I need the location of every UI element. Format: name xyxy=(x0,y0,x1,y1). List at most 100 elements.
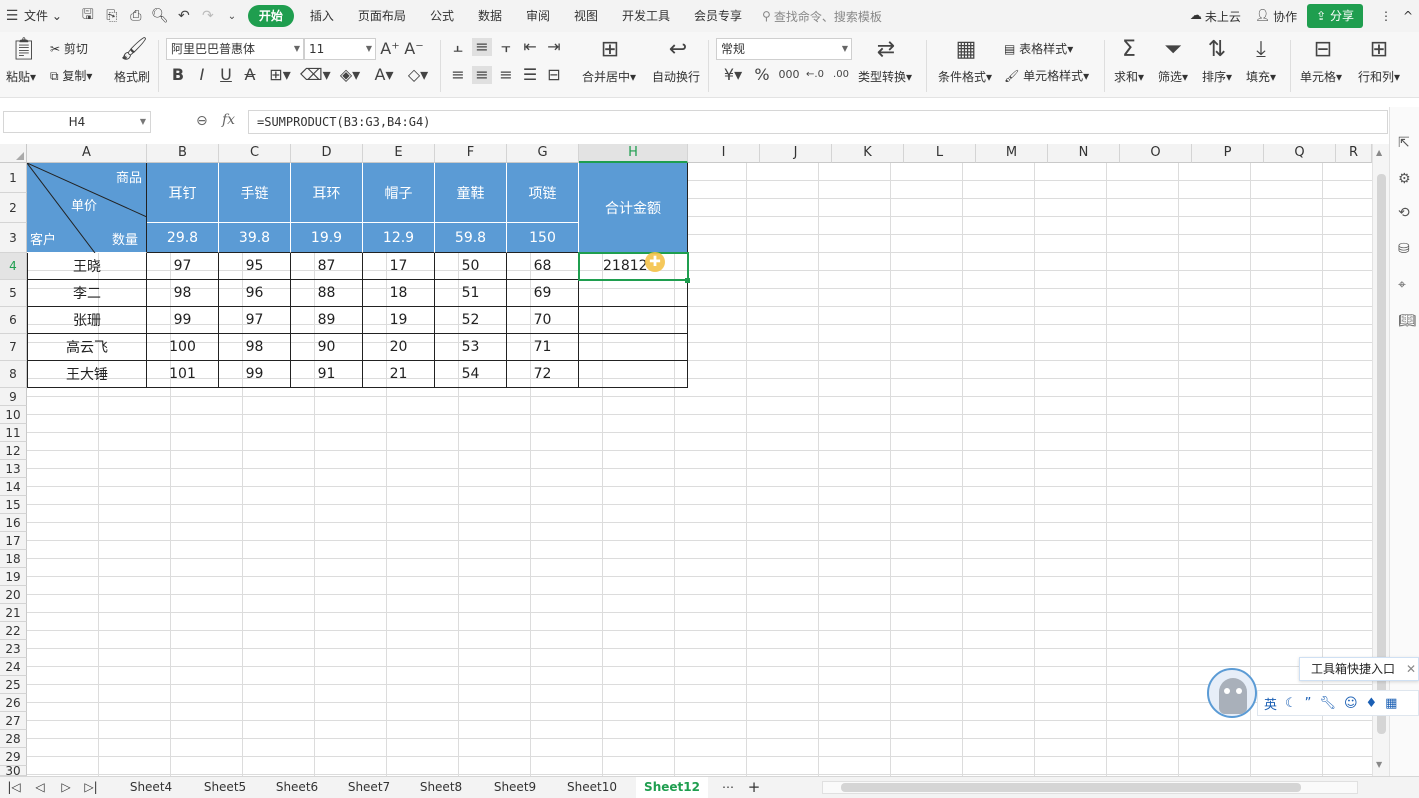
sheet-tab-sheet7[interactable]: Sheet7 xyxy=(334,777,404,798)
quantity-cell[interactable]: 101 xyxy=(147,361,219,388)
total-header-cell[interactable]: 合计金额 xyxy=(579,163,688,253)
customer-name-cell[interactable]: 王大锤 xyxy=(27,361,147,388)
column-header-q[interactable]: Q xyxy=(1264,144,1336,163)
borders-icon[interactable]: ⊞▾ xyxy=(266,66,294,84)
export-pdf-icon[interactable]: ⎘ xyxy=(100,0,124,32)
quantity-cell[interactable]: 20 xyxy=(363,334,435,361)
bold-icon[interactable]: B xyxy=(168,66,188,84)
row-header-13[interactable]: 13 xyxy=(0,460,27,478)
close-icon[interactable]: ✕ xyxy=(1406,658,1416,680)
smiley-icon[interactable]: ☺ xyxy=(1344,696,1358,711)
total-amount-cell[interactable] xyxy=(579,280,688,307)
column-header-h[interactable]: H xyxy=(579,144,688,163)
sheet-tab-sheet6[interactable]: Sheet6 xyxy=(262,777,332,798)
quantity-cell[interactable]: 87 xyxy=(291,253,363,280)
sum-button[interactable]: 求和▾ xyxy=(1114,68,1144,85)
column-header-e[interactable]: E xyxy=(363,144,435,163)
distributed-icon[interactable]: ⊟ xyxy=(544,66,564,84)
product-header-cell[interactable]: 耳环 xyxy=(291,163,363,223)
percent-icon[interactable]: % xyxy=(752,66,772,84)
add-sheet-icon[interactable]: + xyxy=(744,777,764,798)
paste-button[interactable]: 粘贴▾ xyxy=(6,68,36,85)
quantity-cell[interactable]: 21 xyxy=(363,361,435,388)
product-header-cell[interactable]: 童鞋 xyxy=(435,163,507,223)
align-top-icon[interactable]: ⫠ xyxy=(448,38,468,56)
fill-color-icon[interactable]: ◈▾ xyxy=(336,66,364,84)
wrap-text-button[interactable]: 自动换行 xyxy=(652,68,700,85)
punctuation-icon[interactable]: ” xyxy=(1305,696,1312,711)
more-sheets-icon[interactable]: ⋯ xyxy=(718,777,738,798)
strikethrough-icon[interactable]: A xyxy=(240,66,260,84)
row-header-20[interactable]: 20 xyxy=(0,586,27,604)
row-header-19[interactable]: 19 xyxy=(0,568,27,586)
row-header-16[interactable]: 16 xyxy=(0,514,27,532)
align-middle-icon[interactable]: ≡ xyxy=(472,38,492,56)
column-header-r[interactable]: R xyxy=(1336,144,1372,163)
fill-icon[interactable]: ⤓ xyxy=(1248,38,1274,62)
file-menu[interactable]: 文件 ⌄ xyxy=(24,0,68,32)
quantity-cell[interactable]: 68 xyxy=(507,253,579,280)
row-header-30[interactable]: 30 xyxy=(0,765,27,777)
wrench-icon[interactable]: 🔧︎ xyxy=(1319,696,1336,711)
quantity-cell[interactable]: 100 xyxy=(147,334,219,361)
sort-icon[interactable]: ⇅ xyxy=(1204,38,1230,62)
sheet-tab-sheet9[interactable]: Sheet9 xyxy=(480,777,550,798)
ime-language[interactable]: 英 xyxy=(1264,694,1277,713)
thousands-icon[interactable]: 000 xyxy=(778,66,800,84)
horizontal-scroll-thumb[interactable] xyxy=(841,783,1301,792)
quantity-cell[interactable]: 71 xyxy=(507,334,579,361)
tab-developer[interactable]: 开发工具 xyxy=(610,0,682,32)
row-header-12[interactable]: 12 xyxy=(0,442,27,460)
quantity-cell[interactable]: 97 xyxy=(219,307,291,334)
row-col-button[interactable]: 行和列▾ xyxy=(1358,68,1400,85)
sheet-tab-sheet4[interactable]: Sheet4 xyxy=(116,777,186,798)
copy-button[interactable]: ⧉ 复制▾ xyxy=(50,67,92,84)
column-header-j[interactable]: J xyxy=(760,144,832,163)
name-box[interactable]: H4 ▼ xyxy=(3,111,151,133)
quantity-cell[interactable]: 90 xyxy=(291,334,363,361)
column-header-g[interactable]: G xyxy=(507,144,579,163)
column-header-c[interactable]: C xyxy=(219,144,291,163)
column-header-i[interactable]: I xyxy=(688,144,760,163)
tab-page-layout[interactable]: 页面布局 xyxy=(346,0,418,32)
row-header-1[interactable]: 1 xyxy=(0,163,27,193)
prev-sheet-icon[interactable]: ◁ xyxy=(32,777,48,798)
customer-name-cell[interactable]: 李二 xyxy=(27,280,147,307)
scroll-down-icon[interactable]: ▼ xyxy=(1376,760,1382,769)
price-cell[interactable]: 39.8 xyxy=(219,223,291,253)
row-header-8[interactable]: 8 xyxy=(0,361,27,388)
sheet-tab-sheet12[interactable]: Sheet12 xyxy=(636,777,708,798)
quantity-cell[interactable]: 51 xyxy=(435,280,507,307)
product-header-cell[interactable]: 项链 xyxy=(507,163,579,223)
conditional-format-button[interactable]: 条件格式▾ xyxy=(938,68,992,85)
row-header-14[interactable]: 14 xyxy=(0,478,27,496)
total-amount-cell[interactable] xyxy=(579,334,688,361)
cut-button[interactable]: ✂ 剪切 xyxy=(50,40,88,57)
column-header-b[interactable]: B xyxy=(147,144,219,163)
paste-icon[interactable]: 📋︎ xyxy=(10,38,38,62)
quantity-cell[interactable]: 17 xyxy=(363,253,435,280)
column-header-d[interactable]: D xyxy=(291,144,363,163)
font-family-select[interactable]: 阿里巴巴普惠体 ▼ xyxy=(166,38,304,60)
sheet-tab-sheet8[interactable]: Sheet8 xyxy=(406,777,476,798)
zoom-icon[interactable]: ⊖ xyxy=(196,113,208,129)
number-format-select[interactable]: 常规 ▼ xyxy=(716,38,852,60)
hamburger-icon[interactable]: ☰ xyxy=(0,0,24,32)
sheet-tab-sheet10[interactable]: Sheet10 xyxy=(552,777,632,798)
tab-formulas[interactable]: 公式 xyxy=(418,0,466,32)
redo-icon[interactable]: ↷ xyxy=(196,0,220,32)
column-header-a[interactable]: A xyxy=(27,144,147,163)
format-painter-button[interactable]: 格式刷 xyxy=(114,68,150,85)
column-header-f[interactable]: F xyxy=(435,144,507,163)
column-header-n[interactable]: N xyxy=(1048,144,1120,163)
tab-data[interactable]: 数据 xyxy=(466,0,514,32)
column-header-m[interactable]: M xyxy=(976,144,1048,163)
location-icon[interactable]: ⌖ xyxy=(1398,277,1406,293)
cloud-status[interactable]: ☁ 未上云 xyxy=(1190,8,1241,25)
font-color-icon[interactable]: A▾ xyxy=(370,66,398,84)
row-header-24[interactable]: 24 xyxy=(0,658,27,676)
collaborate-button[interactable]: 👤︎ 协作 xyxy=(1255,8,1297,25)
quantity-cell[interactable]: 91 xyxy=(291,361,363,388)
first-sheet-icon[interactable]: |◁ xyxy=(6,777,22,798)
row-header-5[interactable]: 5 xyxy=(0,280,27,307)
